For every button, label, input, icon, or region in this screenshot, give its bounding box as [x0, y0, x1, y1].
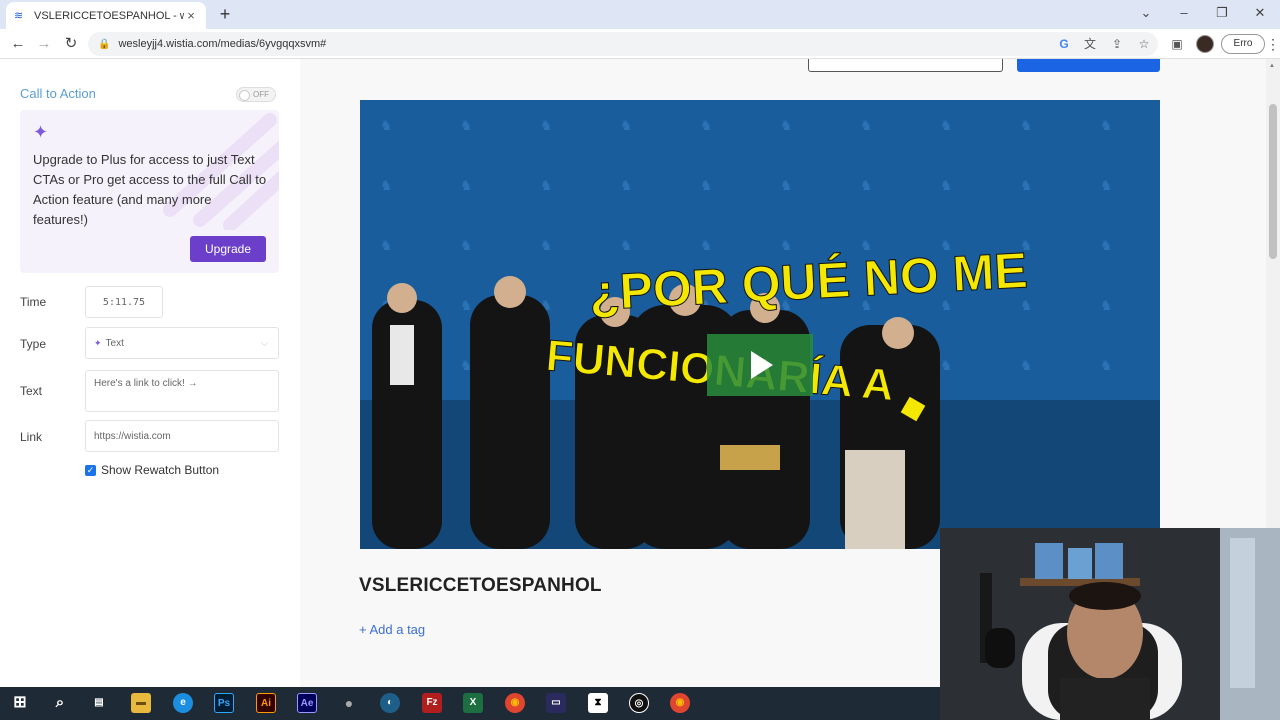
share-icon[interactable]: ⇪	[1108, 35, 1126, 53]
type-value: Text	[105, 337, 124, 349]
tab-title: VSLERICCETOESPANHOL - wesley	[34, 9, 184, 22]
type-select[interactable]: ✦ Text ⌵	[85, 327, 279, 359]
search-icon[interactable]: ⌕	[50, 693, 70, 713]
windows-start-icon[interactable]: ⊞	[10, 693, 30, 713]
url-text: wesleyjj4.wistia.com/medias/6yvgqqxsvm#	[118, 38, 327, 50]
cta-sidebar: Call to Action OFF ✦ Upgrade to Plus for…	[0, 59, 300, 687]
side-panel-icon[interactable]: ▣	[1168, 35, 1186, 53]
scroll-up-arrow-icon[interactable]: ▲	[1269, 63, 1275, 69]
tab-search-icon[interactable]: ⌄	[1127, 0, 1165, 29]
new-tab-button[interactable]: +	[214, 4, 236, 24]
illustrator-icon[interactable]: Ai	[256, 693, 276, 713]
video-player[interactable]: ♞	[360, 100, 1160, 549]
scroll-thumb[interactable]	[1269, 104, 1277, 259]
webcam-overlay	[940, 528, 1280, 720]
embed-share-button[interactable]	[1017, 59, 1160, 72]
app-icon[interactable]: ◐	[380, 693, 400, 713]
webcam-frame	[940, 528, 1280, 720]
obs-icon[interactable]: ◎	[629, 693, 649, 713]
play-button[interactable]	[707, 334, 813, 396]
browser-tab-strip: ≋ VSLERICCETOESPANHOL - wesley × + ⌄ – ❐…	[0, 0, 1280, 29]
wistia-favicon-icon: ≋	[14, 9, 24, 22]
browser-tab[interactable]: ≋ VSLERICCETOESPANHOL - wesley ×	[6, 2, 206, 29]
rewatch-option[interactable]: ✓ Show Rewatch Button	[85, 463, 219, 477]
photoshop-icon[interactable]: Ps	[214, 693, 234, 713]
type-label: Type	[20, 337, 47, 351]
video-frame: ♞	[360, 100, 1160, 549]
add-tag-link[interactable]: + Add a tag	[359, 622, 425, 637]
sparkle-icon: ✦	[33, 122, 49, 142]
capcut-icon[interactable]: ⧗	[588, 693, 608, 713]
browser-menu-icon[interactable]: ⋮	[1266, 36, 1280, 53]
task-view-icon[interactable]: ▤	[89, 693, 109, 713]
windows-taskbar: ⊞ ⌕ ▤ ▬ e Ps Ai Ae ● ◐ Fz X ◉ ▭ ⧗ ◎ ◉	[0, 687, 940, 720]
filezilla-icon[interactable]: Fz	[422, 693, 442, 713]
translate-icon[interactable]: 文	[1081, 35, 1099, 53]
rewatch-checkbox[interactable]: ✓	[85, 464, 96, 476]
chrome-icon[interactable]: ◉	[505, 693, 525, 713]
rewatch-label: Show Rewatch Button	[101, 463, 220, 477]
close-tab-icon[interactable]: ×	[184, 8, 198, 23]
cta-toggle[interactable]: OFF	[236, 87, 276, 102]
profile-error-button[interactable]: Erro	[1221, 34, 1265, 54]
address-bar[interactable]: 🔒 wesleyjj4.wistia.com/medias/6yvgqqxsvm…	[88, 32, 1158, 56]
edge-browser-icon[interactable]: e	[173, 693, 193, 713]
close-window-button[interactable]: ✕	[1241, 0, 1279, 29]
reload-button[interactable]: ↻	[60, 33, 82, 55]
chrome-active-icon[interactable]: ◉	[670, 693, 690, 713]
cta-section-title: Call to Action	[20, 86, 96, 101]
upgrade-message: Upgrade to Plus for access to just Text …	[33, 152, 267, 227]
restore-button[interactable]: ❐	[1203, 0, 1241, 29]
time-field[interactable]: 5:11.75	[85, 286, 163, 318]
text-label: Text	[20, 384, 43, 398]
minimize-button[interactable]: –	[1165, 0, 1203, 29]
lock-icon: 🔒	[98, 38, 111, 50]
upgrade-card: ✦ Upgrade to Plus for access to just Tex…	[20, 110, 279, 273]
file-explorer-icon[interactable]: ▬	[131, 693, 151, 713]
terminal-icon[interactable]: ▭	[546, 693, 566, 713]
after-effects-icon[interactable]: Ae	[297, 693, 317, 713]
link-label: Link	[20, 430, 43, 444]
bookmark-star-icon[interactable]: ☆	[1135, 35, 1153, 53]
chevron-down-icon: ⌵	[261, 338, 268, 348]
sparkle-icon: ✦	[94, 337, 102, 348]
apple-icon[interactable]: ●	[339, 693, 359, 713]
browser-toolbar: ← → ↻ 🔒 wesleyjj4.wistia.com/medias/6yvg…	[0, 29, 1280, 59]
edit-preview-button[interactable]	[808, 59, 1003, 72]
time-label: Time	[20, 295, 47, 309]
back-button[interactable]: ←	[7, 33, 29, 55]
excel-icon[interactable]: X	[463, 693, 483, 713]
media-title: VSLERICCETOESPANHOL	[359, 575, 602, 596]
google-icon[interactable]: G	[1055, 35, 1073, 53]
link-input[interactable]: https://wistia.com	[85, 420, 279, 452]
forward-button[interactable]: →	[33, 33, 55, 55]
cta-text-input[interactable]: Here's a link to click! →	[85, 370, 279, 412]
upgrade-button[interactable]: Upgrade	[190, 236, 266, 262]
avatar[interactable]	[1196, 35, 1214, 53]
